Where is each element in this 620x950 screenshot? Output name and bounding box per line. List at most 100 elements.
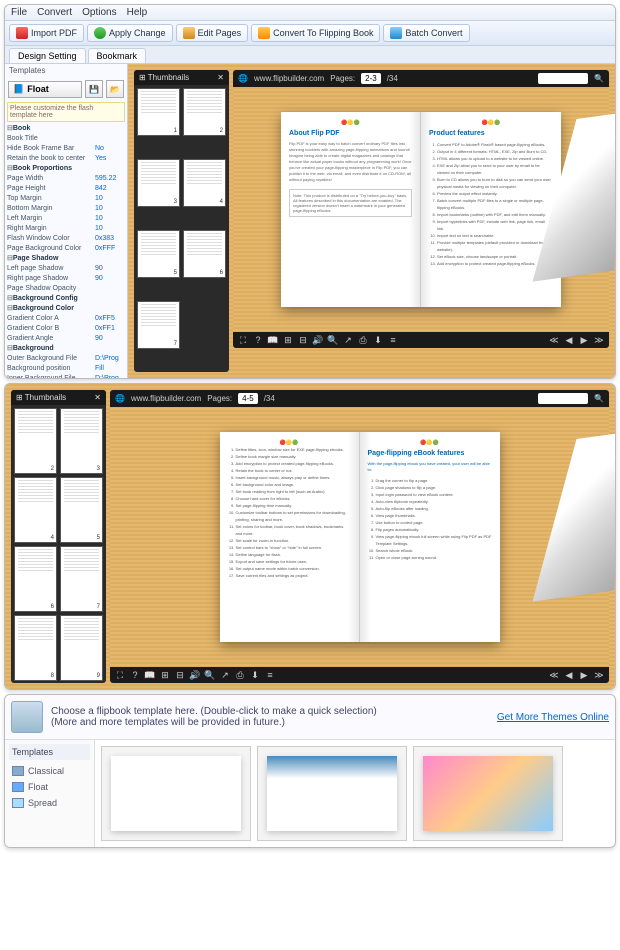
toolbar-icon[interactable]: ⊞ bbox=[283, 335, 293, 345]
nav-icon[interactable]: ◀ bbox=[564, 670, 574, 680]
prop-row[interactable]: Gradient Color A0xFF5 bbox=[7, 314, 125, 324]
import-pdf-button[interactable]: Import PDF bbox=[9, 24, 84, 42]
menu-help[interactable]: Help bbox=[127, 7, 148, 18]
prop-row[interactable]: Flash Window Color0x383 bbox=[7, 234, 125, 244]
thumbnail[interactable] bbox=[183, 230, 226, 278]
prop-row[interactable]: Book Proportions bbox=[7, 164, 125, 174]
thumbnail[interactable] bbox=[183, 88, 226, 136]
prop-row[interactable]: Top Margin10 bbox=[7, 194, 125, 204]
search-input[interactable] bbox=[538, 393, 588, 404]
prop-row[interactable]: Page Shadow bbox=[7, 254, 125, 264]
prop-row[interactable]: Retain the book to centerYes bbox=[7, 154, 125, 164]
prop-row[interactable]: Page Height842 bbox=[7, 184, 125, 194]
prop-row[interactable]: Background Color bbox=[7, 304, 125, 314]
nav-icon[interactable]: ▶ bbox=[579, 670, 589, 680]
property-list[interactable]: BookBook TitleHide Book Frame BarNoRetai… bbox=[5, 123, 127, 378]
search-icon[interactable]: 🔍 bbox=[594, 394, 604, 403]
toolbar-icon[interactable]: ≡ bbox=[388, 335, 398, 345]
toolbar-icon[interactable]: ⬇ bbox=[250, 670, 260, 680]
template-float[interactable]: Float bbox=[9, 779, 90, 795]
prop-row[interactable]: Gradient Color B0xFF1 bbox=[7, 324, 125, 334]
toolbar-icon[interactable]: ⎙ bbox=[235, 670, 245, 680]
toolbar-icon[interactable]: ⊞ bbox=[160, 670, 170, 680]
tab-design-setting[interactable]: Design Setting bbox=[9, 48, 86, 63]
thumbnail[interactable] bbox=[60, 615, 103, 681]
prop-row[interactable]: Book Title bbox=[7, 134, 125, 144]
template-classical[interactable]: Classical bbox=[9, 763, 90, 779]
prop-row[interactable]: Background bbox=[7, 344, 125, 354]
toolbar-icon[interactable]: ≡ bbox=[265, 670, 275, 680]
thumbnail[interactable] bbox=[137, 301, 180, 349]
nav-icon[interactable]: ≪ bbox=[549, 670, 559, 680]
toolbar-icon[interactable]: ⎙ bbox=[358, 335, 368, 345]
prop-row[interactable]: Inner Background FileD:\Prog bbox=[7, 374, 125, 378]
prop-row[interactable]: Left Margin10 bbox=[7, 214, 125, 224]
toolbar-icon[interactable]: 🔍 bbox=[205, 670, 215, 680]
edit-pages-button[interactable]: Edit Pages bbox=[176, 24, 249, 42]
toolbar-icon[interactable]: ⊟ bbox=[298, 335, 308, 345]
thumbnail[interactable] bbox=[60, 477, 103, 543]
thumbnail-grid[interactable] bbox=[11, 405, 106, 683]
prop-row[interactable]: Outer Background FileD:\Prog bbox=[7, 354, 125, 364]
template-preview-3[interactable] bbox=[413, 746, 563, 841]
nav-icon[interactable]: ≫ bbox=[594, 335, 604, 345]
prop-row[interactable]: Bottom Margin10 bbox=[7, 204, 125, 214]
prop-row[interactable]: Page Shadow Opacity bbox=[7, 284, 125, 294]
book-stage-2[interactable]: 🔴🟡🟢 Define titles, icon, window size for… bbox=[110, 407, 609, 667]
prop-row[interactable]: Background Config bbox=[7, 294, 125, 304]
template-preview-2[interactable] bbox=[257, 746, 407, 841]
toolbar-icon[interactable]: ⛶ bbox=[115, 670, 125, 680]
toolbar-icon[interactable]: 🔊 bbox=[190, 670, 200, 680]
save-template-button[interactable]: 💾 bbox=[85, 80, 103, 98]
toolbar-icon[interactable]: ⛶ bbox=[238, 335, 248, 345]
thumbnail[interactable] bbox=[60, 546, 103, 612]
menu-convert[interactable]: Convert bbox=[37, 7, 72, 18]
get-more-themes-link[interactable]: Get More Themes Online bbox=[497, 712, 609, 723]
tab-bookmark[interactable]: Bookmark bbox=[88, 48, 147, 63]
toolbar-icon[interactable]: 🔍 bbox=[328, 335, 338, 345]
toolbar-icon[interactable]: 📖 bbox=[145, 670, 155, 680]
page-curl[interactable] bbox=[533, 432, 616, 602]
prop-row[interactable]: Right page Shadow90 bbox=[7, 274, 125, 284]
nav-icon[interactable]: ≪ bbox=[549, 335, 559, 345]
thumbnail[interactable] bbox=[14, 477, 57, 543]
book-stage[interactable]: 🔴🟡🟢 About Flip PDF Flip PDF is your easy… bbox=[233, 87, 609, 332]
prop-row[interactable]: Book bbox=[7, 124, 125, 134]
close-thumbnails-icon[interactable]: ✕ bbox=[94, 393, 101, 402]
close-thumbnails-icon[interactable]: ✕ bbox=[217, 73, 224, 82]
convert-button[interactable]: Convert To Flipping Book bbox=[251, 24, 380, 42]
nav-icon[interactable]: ◀ bbox=[564, 335, 574, 345]
thumbnail[interactable] bbox=[137, 230, 180, 278]
template-selector[interactable]: 📘 Float bbox=[8, 81, 82, 98]
menu-file[interactable]: File bbox=[11, 7, 27, 18]
thumbnail[interactable] bbox=[60, 408, 103, 474]
page-input[interactable]: 2-3 bbox=[361, 73, 381, 84]
toolbar-icon[interactable]: 🔊 bbox=[313, 335, 323, 345]
search-input[interactable] bbox=[538, 73, 588, 84]
thumbnail[interactable] bbox=[183, 159, 226, 207]
search-icon[interactable]: 🔍 bbox=[594, 74, 604, 83]
prop-row[interactable]: Page Width595.22 bbox=[7, 174, 125, 184]
prop-row[interactable]: Hide Book Frame BarNo bbox=[7, 144, 125, 154]
batch-convert-button[interactable]: Batch Convert bbox=[383, 24, 469, 42]
thumbnail[interactable] bbox=[14, 408, 57, 474]
prop-row[interactable]: Background positionFill bbox=[7, 364, 125, 374]
menu-options[interactable]: Options bbox=[82, 7, 116, 18]
toolbar-icon[interactable]: ↗ bbox=[220, 670, 230, 680]
template-spread[interactable]: Spread bbox=[9, 795, 90, 811]
prop-row[interactable]: Left page Shadow90 bbox=[7, 264, 125, 274]
toolbar-icon[interactable]: ↗ bbox=[343, 335, 353, 345]
apply-change-button[interactable]: Apply Change bbox=[87, 24, 173, 42]
thumbnail-grid[interactable] bbox=[134, 85, 229, 372]
prop-row[interactable]: Right Margin10 bbox=[7, 224, 125, 234]
prop-row[interactable]: Gradient Angle90 bbox=[7, 334, 125, 344]
thumbnail[interactable] bbox=[14, 546, 57, 612]
page-input[interactable]: 4-5 bbox=[238, 393, 258, 404]
thumbnail[interactable] bbox=[14, 615, 57, 681]
open-template-button[interactable]: 📂 bbox=[106, 80, 124, 98]
thumbnail[interactable] bbox=[137, 159, 180, 207]
toolbar-icon[interactable]: ⊟ bbox=[175, 670, 185, 680]
nav-icon[interactable]: ≫ bbox=[594, 670, 604, 680]
template-preview-1[interactable] bbox=[101, 746, 251, 841]
nav-icon[interactable]: ▶ bbox=[579, 335, 589, 345]
